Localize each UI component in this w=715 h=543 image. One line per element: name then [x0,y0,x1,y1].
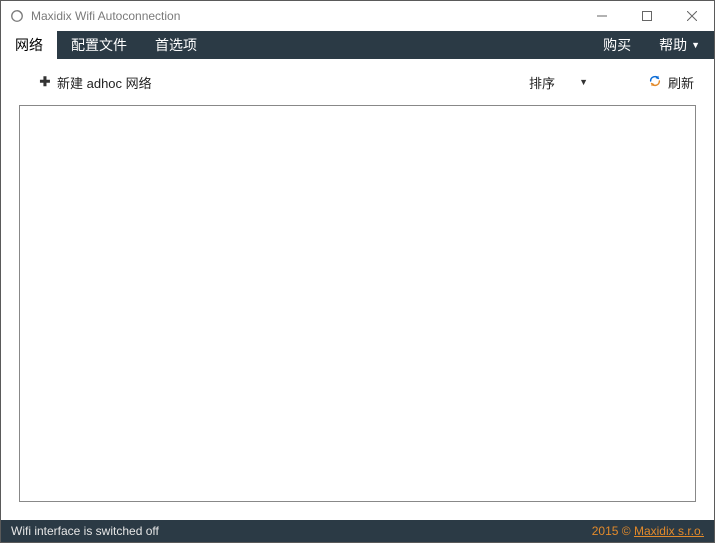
refresh-icon [648,74,662,91]
chevron-down-icon: ▼ [579,77,588,87]
statusbar: Wifi interface is switched off 2015 © Ma… [1,520,714,542]
sort-label: 排序 [529,73,555,92]
copyright-year: 2015 © [592,524,631,538]
menubar: 网络 配置文件 首选项 购买 帮助 ▼ [1,31,714,59]
window-title: Maxidix Wifi Autoconnection [31,9,180,23]
menu-help[interactable]: 帮助 ▼ [645,31,714,59]
menu-profiles-label: 配置文件 [71,35,127,55]
sort-button[interactable]: 排序 ▼ [529,73,588,92]
app-icon [9,8,25,24]
company-link[interactable]: Maxidix s.r.o. [634,524,704,538]
menu-help-label: 帮助 [659,35,687,55]
status-message: Wifi interface is switched off [11,524,159,538]
toolbar: ✚ 新建 adhoc 网络 排序 ▼ 刷新 [1,59,714,105]
refresh-button[interactable]: 刷新 [648,73,694,92]
menu-preferences-label: 首选项 [155,35,197,55]
chevron-down-icon: ▼ [691,40,700,50]
maximize-button[interactable] [624,1,669,31]
refresh-label: 刷新 [668,73,694,92]
main-area [1,105,714,520]
menu-buy[interactable]: 购买 [589,31,645,59]
new-adhoc-button[interactable]: ✚ 新建 adhoc 网络 [39,73,152,92]
close-button[interactable] [669,1,714,31]
network-list[interactable] [19,105,696,502]
menu-profiles[interactable]: 配置文件 [57,31,141,59]
menu-preferences[interactable]: 首选项 [141,31,211,59]
new-adhoc-label: 新建 adhoc 网络 [57,73,152,92]
menu-network-label: 网络 [15,35,43,55]
plus-icon: ✚ [39,76,51,88]
titlebar: Maxidix Wifi Autoconnection [1,1,714,31]
menu-buy-label: 购买 [603,35,631,55]
minimize-button[interactable] [579,1,624,31]
menu-network[interactable]: 网络 [1,31,57,59]
copyright: 2015 © Maxidix s.r.o. [592,524,704,538]
